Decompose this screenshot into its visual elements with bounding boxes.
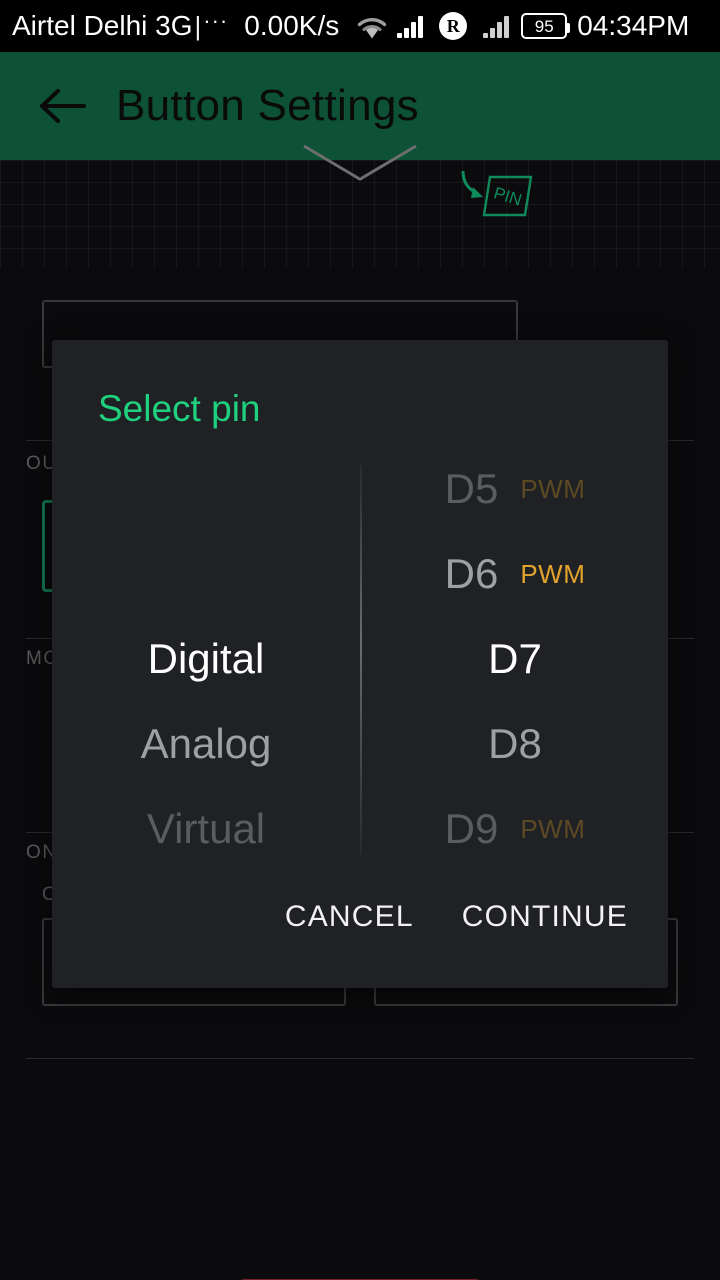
- continue-button[interactable]: CONTINUE: [458, 894, 632, 940]
- network-speed-label: 0.00K/s: [244, 10, 340, 41]
- board-chevron-decoration: [300, 144, 420, 184]
- pwm-badge: PWM: [520, 813, 586, 844]
- pin-number-option[interactable]: D5 PWM: [362, 468, 668, 510]
- battery-icon: 95: [521, 13, 571, 39]
- pin-tag-decoration: PIN: [455, 169, 533, 223]
- status-bar: Airtel Delhi 3G | ··· 0.00K/s R 95 04:34…: [0, 0, 720, 52]
- pin-number-option[interactable]: D8: [362, 723, 668, 765]
- pwm-badge: PWM: [520, 558, 586, 589]
- clock-label: 04:34PM: [577, 10, 690, 41]
- pin-number-option[interactable]: D9 PWM: [362, 808, 668, 850]
- pin-number-label: D8: [488, 720, 542, 767]
- cancel-button[interactable]: CANCEL: [281, 894, 418, 940]
- roaming-badge-icon: R: [439, 12, 468, 40]
- status-separator: |: [194, 10, 202, 41]
- pin-type-label: Analog: [140, 720, 272, 767]
- pin-type-option[interactable]: Virtual: [52, 808, 360, 850]
- pin-type-label: Virtual: [146, 805, 266, 852]
- status-dots: ···: [203, 8, 229, 33]
- pin-type-label: Digital: [147, 635, 265, 682]
- pin-number-label: D7: [488, 635, 542, 682]
- pin-number-label: D6: [444, 550, 499, 597]
- pin-type-option[interactable]: Digital: [52, 638, 360, 680]
- pin-number-option[interactable]: D6 PWM: [362, 553, 668, 595]
- dialog-actions: CANCEL CONTINUE: [281, 894, 632, 940]
- pin-number-picker[interactable]: D5 PWM D6 PWM D7 D8 D9 PWM: [362, 448, 668, 868]
- pin-number-label: D5: [444, 465, 499, 512]
- pin-number-label: D9: [444, 805, 499, 852]
- pin-type-option[interactable]: Analog: [52, 723, 360, 765]
- back-arrow-icon[interactable]: [36, 79, 90, 133]
- select-pin-dialog: Select pin Digital Analog Virtual D5 PWM…: [52, 340, 668, 988]
- pin-number-option[interactable]: D7: [362, 638, 668, 680]
- page-title: Button Settings: [116, 81, 419, 130]
- signal-bars-icon-2: [483, 14, 510, 38]
- phone-screen: Airtel Delhi 3G | ··· 0.00K/s R 95 04:34…: [0, 0, 720, 1280]
- dialog-title: Select pin: [98, 388, 261, 429]
- rule-4: [26, 1058, 694, 1059]
- svg-text:PIN: PIN: [491, 183, 524, 209]
- wifi-icon: [355, 11, 389, 41]
- pin-type-picker[interactable]: Digital Analog Virtual: [52, 448, 360, 868]
- pwm-badge: PWM: [520, 473, 586, 504]
- signal-bars-icon-1: [397, 14, 424, 38]
- battery-level-label: 95: [534, 16, 554, 36]
- carrier-label: Airtel Delhi 3G: [12, 10, 193, 41]
